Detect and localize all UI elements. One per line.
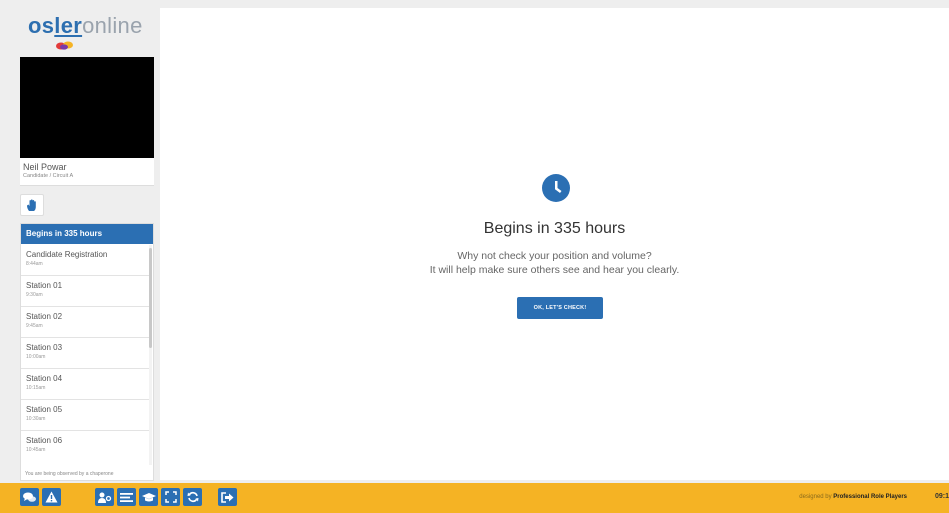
schedule-item-title: Station 03 bbox=[26, 343, 63, 352]
schedule-item[interactable]: Station 01 9:30am bbox=[21, 276, 151, 307]
refresh-button[interactable] bbox=[183, 488, 202, 506]
user-name: Neil Powar bbox=[23, 162, 67, 172]
participants-button[interactable] bbox=[95, 488, 114, 506]
sidebar: osleronline Neil Powar Candidate / Circu… bbox=[0, 0, 160, 483]
designed-brand: Professional Role Players bbox=[833, 494, 907, 500]
schedule-item[interactable]: Station 03 10:00am bbox=[21, 338, 151, 369]
page-title: Begins in 335 hours bbox=[483, 220, 626, 237]
schedule-item[interactable]: Station 04 10:15am bbox=[21, 369, 151, 400]
schedule-item-title: Station 02 bbox=[26, 312, 63, 321]
schedule-item-time: 10:00am bbox=[26, 354, 46, 360]
report-issue-button[interactable] bbox=[42, 488, 61, 506]
osler-online-logo: osleronline bbox=[28, 14, 148, 56]
graduation-cap-icon bbox=[141, 492, 156, 501]
schedule-item-time: 9:45am bbox=[26, 323, 43, 329]
schedule-item-time: 8:44am bbox=[26, 261, 43, 267]
prompt-line-1: Why not check your position and volume? bbox=[457, 250, 652, 262]
schedule-item-title: Station 06 bbox=[26, 436, 63, 445]
schedule-item[interactable]: Station 02 9:45am bbox=[21, 307, 151, 338]
schedule-item-title: Station 05 bbox=[26, 405, 63, 414]
schedule-item-time: 9:30am bbox=[26, 292, 43, 298]
schedule-item[interactable]: Station 05 10:30am bbox=[21, 400, 151, 431]
user-card: Neil Powar Candidate / Circuit A bbox=[20, 158, 154, 186]
logo-text: osleronline bbox=[28, 14, 148, 38]
logo-part-os: os bbox=[28, 13, 55, 38]
logo-part-ler: ler bbox=[54, 13, 83, 38]
exit-button[interactable] bbox=[218, 488, 237, 506]
schedule-item-time: 10:45am bbox=[26, 447, 46, 453]
schedule-header[interactable]: Begins in 335 hours bbox=[21, 224, 153, 244]
exam-info-button[interactable] bbox=[139, 488, 158, 506]
main-panel: Begins in 335 hours Why not check your p… bbox=[160, 8, 949, 480]
list-icon bbox=[120, 492, 133, 502]
designed-prefix: designed by bbox=[799, 494, 834, 500]
footer-toolbar: designed by Professional Role Players 09… bbox=[0, 483, 949, 513]
chaperone-note: You are being observed by a chaperone bbox=[25, 471, 114, 477]
video-preview bbox=[20, 57, 154, 158]
schedule-scrollbar-thumb[interactable] bbox=[149, 248, 152, 348]
schedule-item-time: 10:30am bbox=[26, 416, 46, 422]
schedule-item-title: Candidate Registration bbox=[26, 250, 108, 259]
schedule-item[interactable]: Candidate Registration 8:44am bbox=[21, 245, 151, 276]
chat-icon bbox=[23, 492, 36, 502]
user-role: Candidate / Circuit A bbox=[23, 173, 74, 179]
time-readout: 09:1 bbox=[935, 493, 949, 500]
designed-by-credit: designed by Professional Role Players bbox=[799, 494, 907, 500]
fullscreen-icon bbox=[164, 491, 177, 503]
schedule-list-button[interactable] bbox=[117, 488, 136, 506]
refresh-icon bbox=[187, 492, 198, 502]
check-prompt: Why not check your position and volume? … bbox=[160, 249, 949, 277]
exit-icon bbox=[221, 491, 234, 503]
hand-icon bbox=[27, 198, 36, 211]
schedule-panel: Begins in 335 hours Candidate Registrati… bbox=[20, 223, 154, 481]
logo-part-online: online bbox=[82, 13, 143, 38]
people-icon bbox=[97, 492, 111, 503]
raise-hand-button[interactable] bbox=[20, 194, 44, 216]
prompt-line-2: It will help make sure others see and he… bbox=[429, 264, 680, 276]
schedule-item-title: Station 04 bbox=[26, 374, 63, 383]
logo-mark-icon bbox=[56, 41, 73, 50]
chat-button[interactable] bbox=[20, 488, 39, 506]
schedule-item-time: 10:15am bbox=[26, 385, 46, 391]
warning-icon bbox=[45, 491, 58, 503]
ok-lets-check-button[interactable]: OK, LET'S CHECK! bbox=[517, 297, 603, 319]
schedule-list: Candidate Registration 8:44am Station 01… bbox=[21, 245, 151, 462]
clock-icon bbox=[542, 174, 570, 202]
schedule-item[interactable]: Station 06 10:45am bbox=[21, 431, 151, 462]
schedule-item-title: Station 01 bbox=[26, 281, 63, 290]
fullscreen-button[interactable] bbox=[161, 488, 180, 506]
